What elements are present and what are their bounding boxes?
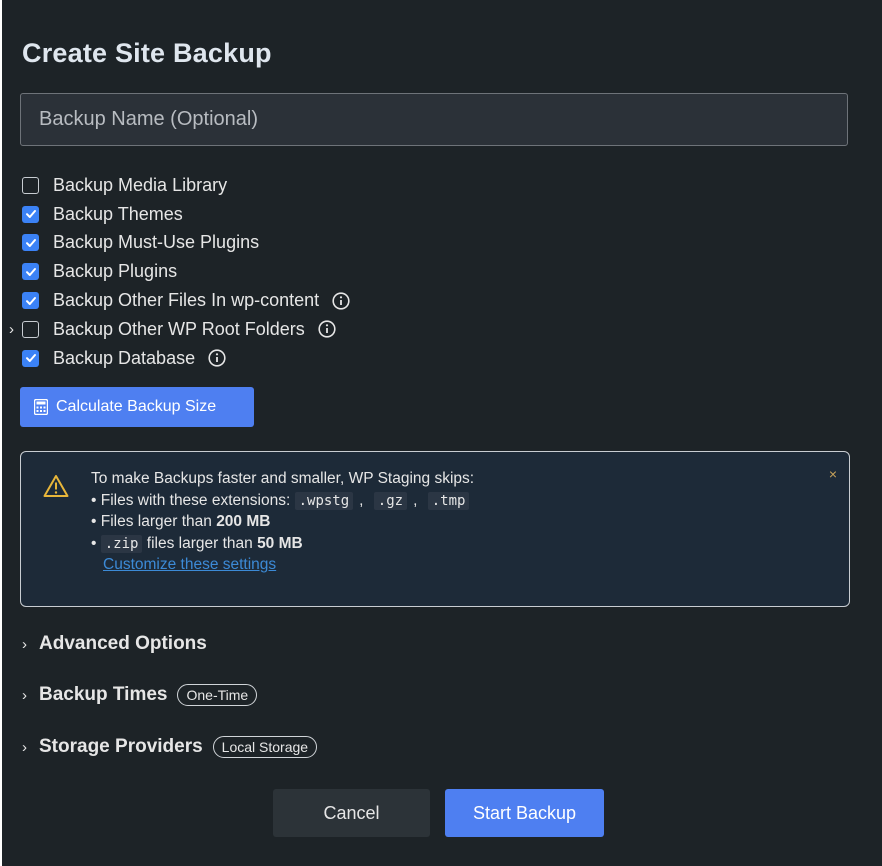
skip-notice: × To make Backups faster and smaller, WP… (20, 451, 850, 607)
section-backup-times[interactable]: › Backup Times One-Time (22, 684, 258, 706)
section-advanced-label: Advanced Options (39, 633, 207, 654)
extension-code: .wpstg (294, 491, 354, 510)
chevron-right-icon: › (22, 635, 27, 653)
checkbox-unchecked[interactable] (22, 176, 39, 194)
backup-option-label: Backup Media Library (53, 174, 228, 195)
calculate-backup-size-label: Calculate Backup Size (56, 398, 217, 415)
backup-name-input[interactable] (20, 93, 848, 146)
checkbox-checked[interactable] (22, 292, 39, 310)
info-icon[interactable] (318, 320, 336, 338)
notice-zip-bullet: • (91, 534, 97, 552)
checkbox-checked[interactable] (22, 234, 39, 252)
backup-option-label: Backup Other WP Root Folders (53, 318, 305, 339)
notice-large-files-prefix: • Files larger than (91, 513, 217, 530)
backup-option[interactable]: Backup Other Files In wp-content (22, 286, 622, 315)
chevron-right-icon: › (22, 686, 27, 704)
backup-option-label: Backup Database (53, 347, 196, 368)
backup-options-list: Backup Media Library Backup Themes Backup … (9, 171, 622, 373)
extension-code: .tmp (427, 491, 470, 510)
calculator-icon (34, 399, 48, 415)
section-storage-providers[interactable]: › Storage Providers Local Storage (22, 736, 318, 758)
notice-zip-size: 50 MB (257, 534, 303, 552)
info-icon[interactable] (208, 349, 226, 367)
notice-extensions-label: • Files with these extensions: (91, 491, 291, 509)
start-backup-button[interactable]: Start Backup (445, 789, 604, 837)
notice-large-files-line: • Files larger than 200 MB (91, 511, 474, 533)
section-advanced-options[interactable]: › Advanced Options (22, 633, 207, 655)
calculate-backup-size-button[interactable]: Calculate Backup Size (20, 387, 254, 427)
notice-intro: To make Backups faster and smaller, WP S… (91, 470, 475, 487)
backup-option-label: Backup Must-Use Plugins (53, 232, 260, 253)
notice-large-files-size: 200 MB (216, 513, 271, 530)
checkbox-checked[interactable] (22, 263, 39, 281)
backup-option[interactable]: Backup Must-Use Plugins (22, 229, 622, 258)
backup-option[interactable]: Backup Plugins (22, 257, 622, 286)
backup-times-badge: One-Time (177, 684, 258, 706)
checkbox-checked[interactable] (22, 349, 39, 367)
section-storage-label: Storage Providers (39, 736, 203, 757)
create-backup-modal: Create Site Backup Backup Media LibraryB… (2, 0, 882, 866)
notice-extensions-line: • Files with these extensions: .wpstg, .… (91, 490, 474, 512)
checkbox-checked[interactable] (22, 205, 39, 223)
notice-link-line: Customize these settings (91, 554, 474, 576)
backup-option[interactable]: Backup Database (22, 344, 622, 373)
customize-settings-link[interactable]: Customize these settings (103, 556, 276, 573)
notice-zip-middle: files larger than (142, 534, 258, 552)
backup-option[interactable]: › Backup Other WP Root Folders (9, 315, 622, 344)
section-backup-times-label: Backup Times (39, 684, 168, 705)
dialog-title: Create Site Backup (22, 38, 272, 68)
backup-option-label: Backup Plugins (53, 261, 178, 282)
backup-option-label: Backup Other Files In wp-content (53, 290, 320, 311)
backup-option-label: Backup Themes (53, 203, 183, 224)
extension-code: .gz (373, 491, 408, 510)
notice-zip-line: • .zip files larger than 50 MB (91, 533, 474, 555)
cancel-button[interactable]: Cancel (273, 789, 430, 837)
backup-option[interactable]: Backup Themes (22, 200, 622, 229)
chevron-right-icon[interactable]: › (9, 321, 14, 338)
storage-badge: Local Storage (212, 736, 318, 758)
warning-icon (43, 475, 69, 497)
checkbox-unchecked[interactable] (22, 320, 39, 338)
chevron-right-icon: › (22, 738, 27, 756)
notice-body: To make Backups faster and smaller, WP S… (91, 468, 474, 576)
info-icon[interactable] (332, 291, 350, 310)
notice-close-icon[interactable]: × (829, 466, 837, 482)
backup-option[interactable]: Backup Media Library (22, 171, 622, 200)
zip-ext-code: .zip (100, 534, 143, 553)
